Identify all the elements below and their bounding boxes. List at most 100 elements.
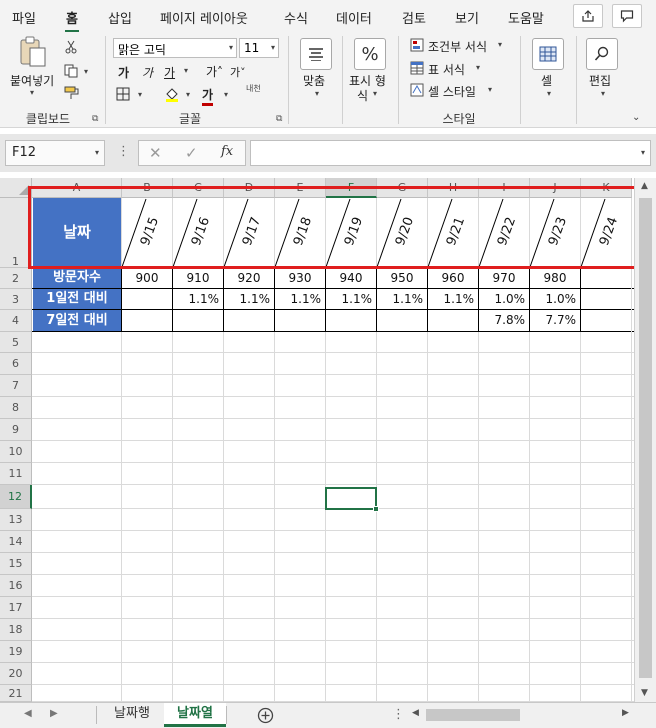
share-button[interactable] [573,4,603,28]
data-cell[interactable] [581,310,631,331]
name-box[interactable]: F12 ▾ [5,140,105,166]
expand-formula-icon[interactable]: ▾ [641,148,645,157]
data-cell[interactable]: 920 [224,268,274,288]
table-format-icon[interactable] [410,61,424,75]
data-cell[interactable] [122,310,172,331]
row-header-10[interactable]: 10 [0,441,32,463]
horizontal-scroll-thumb[interactable] [426,709,520,721]
font-color-button[interactable]: 가 [202,86,214,106]
row-header-16[interactable]: 16 [0,575,32,597]
scroll-down-icon[interactable]: ▼ [641,688,648,698]
editing-button[interactable] [586,38,618,70]
comments-button[interactable] [612,4,642,28]
format-painter-icon[interactable] [64,86,80,100]
row-header-4[interactable]: 4 [0,310,32,332]
data-cell[interactable]: 1.0% [479,289,529,309]
tab-file[interactable]: 파일 [12,8,36,27]
data-cell[interactable]: 1.1% [326,289,376,309]
row-header-8[interactable]: 8 [0,397,32,419]
data-cell[interactable] [224,310,274,331]
row-header-15[interactable]: 15 [0,553,32,575]
tab-view[interactable]: 보기 [455,8,479,27]
chevron-down-icon[interactable]: ▾ [547,89,551,98]
data-cell[interactable] [428,310,478,331]
row-header-2[interactable]: 2 [0,268,32,289]
cells-button[interactable] [532,38,564,70]
font-size-select[interactable]: 11 ▾ [239,38,279,58]
chevron-down-icon[interactable]: ▾ [498,40,502,49]
chevron-down-icon[interactable]: ▾ [315,89,319,98]
data-cell[interactable]: 930 [275,268,325,288]
cell-style-button[interactable]: 셀 스타일 [428,83,476,100]
font-color-dropdown-icon[interactable]: ▾ [224,90,228,99]
chevron-down-icon[interactable]: ▾ [476,63,480,72]
copy-dropdown-icon[interactable]: ▾ [84,67,88,76]
fill-handle[interactable] [373,506,379,512]
phonetic-button[interactable]: 내천 [246,84,266,93]
tab-review[interactable]: 검토 [402,8,426,27]
scroll-right-icon[interactable]: ▶ [622,708,629,718]
row-header-19[interactable]: 19 [0,641,32,663]
sheet-tab-date-row[interactable]: 날짜행 [100,703,164,727]
data-cell[interactable]: 910 [173,268,223,288]
horizontal-scrollbar[interactable]: ◀ ▶ [410,707,636,723]
paste-dropdown-icon[interactable]: ▾ [30,88,34,97]
tab-help[interactable]: 도움말 [508,8,544,27]
data-cell[interactable] [581,268,631,288]
underline-button[interactable]: 가 [164,64,175,81]
row-header-21[interactable]: 21 [0,685,32,702]
data-cell[interactable]: 7.8% [479,310,529,331]
row-header-6[interactable]: 6 [0,353,32,375]
data-cell[interactable]: 1.1% [428,289,478,309]
scroll-left-icon[interactable]: ◀ [412,708,419,718]
shrink-font-button[interactable]: 가˅ [230,64,246,80]
italic-button[interactable]: 가 [142,64,153,81]
border-icon[interactable] [116,87,130,101]
tab-formulas[interactable]: 수식 [284,8,308,27]
clipboard-launcher-icon[interactable]: ⧉ [92,114,98,124]
data-cell[interactable]: 970 [479,268,529,288]
conditional-format-icon[interactable] [410,38,424,52]
cancel-icon[interactable]: ✕ [149,144,162,162]
vertical-scroll-thumb[interactable] [639,198,652,678]
next-sheet-icon[interactable]: ▶ [50,708,58,719]
prev-sheet-icon[interactable]: ◀ [24,708,32,719]
vertical-scrollbar[interactable]: ▲ ▼ [634,178,656,702]
fill-color-icon[interactable] [164,86,180,102]
collapse-ribbon-icon[interactable]: ⌄ [632,112,640,123]
sheet-tab-date-column[interactable]: 날짜열 [164,703,226,727]
more-options-icon[interactable]: ⋮ [117,144,130,159]
row-header-20[interactable]: 20 [0,663,32,685]
grow-font-button[interactable]: 가˄ [206,63,223,80]
row-header-12[interactable]: 12 [0,485,32,509]
data-cell[interactable]: 7.7% [530,310,580,331]
tab-home[interactable]: 홈 [65,8,79,33]
row-header-17[interactable]: 17 [0,597,32,619]
data-cell[interactable]: 1.0% [530,289,580,309]
row-header-14[interactable]: 14 [0,531,32,553]
scroll-up-icon[interactable]: ▲ [641,181,648,191]
row-header-13[interactable]: 13 [0,509,32,531]
fill-color-dropdown-icon[interactable]: ▾ [186,90,190,99]
font-name-select[interactable]: 맑은 고딕 ▾ [113,38,237,58]
data-cell[interactable] [581,289,631,309]
data-cell[interactable]: 1.1% [173,289,223,309]
row-header-18[interactable]: 18 [0,619,32,641]
cell-style-icon[interactable] [410,83,424,97]
data-cell[interactable]: 940 [326,268,376,288]
chevron-down-icon[interactable]: ▾ [488,85,492,94]
data-cell[interactable]: 1.1% [377,289,427,309]
data-cell[interactable]: 900 [122,268,172,288]
bold-button[interactable]: 가 [118,64,129,81]
tab-page-layout[interactable]: 페이지 레이아웃 [160,8,248,27]
add-sheet-icon[interactable] [257,707,274,724]
active-cell-cursor[interactable] [325,487,379,512]
row-header-5[interactable]: 5 [0,332,32,353]
paste-button[interactable]: 붙여넣기 ▾ [10,36,54,97]
cut-icon[interactable] [64,40,78,54]
data-cell[interactable]: 960 [428,268,478,288]
conditional-format-button[interactable]: 조건부 서식 [428,38,487,55]
formula-input[interactable]: ▾ [250,140,651,166]
data-cell[interactable] [275,310,325,331]
chevron-down-icon[interactable]: ▾ [373,89,377,98]
